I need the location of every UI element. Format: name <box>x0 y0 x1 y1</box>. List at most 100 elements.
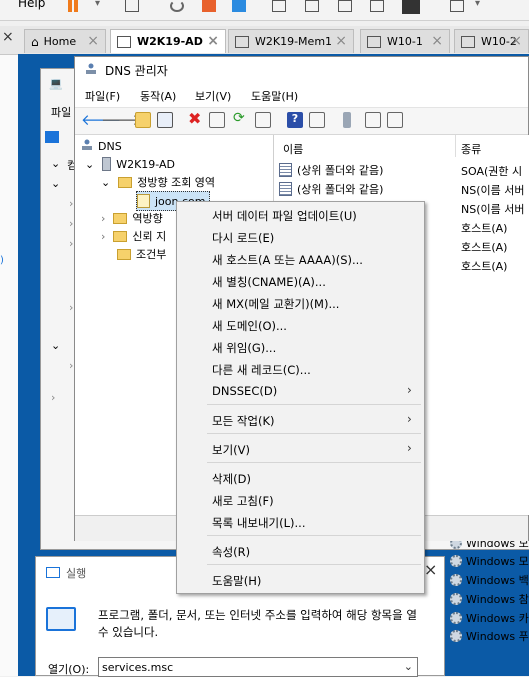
snapshot-manager-icon[interactable] <box>232 0 246 12</box>
chevron-right-icon[interactable]: › <box>51 391 55 404</box>
menu-item-update-server-data-file[interactable]: 서버 데이터 파일 업데이트(U) <box>177 205 424 225</box>
menu-file[interactable]: 파일 <box>51 104 71 120</box>
menu-item-dnssec[interactable]: DNSSEC(D) › <box>177 381 424 401</box>
menu-item-refresh[interactable]: 새로 고침(F) <box>177 490 424 510</box>
chevron-right-icon[interactable]: › <box>101 212 105 225</box>
menu-item-other-new-records[interactable]: 다른 새 레코드(C)... <box>177 359 424 379</box>
menu-item-view[interactable]: 보기(V) › <box>177 439 424 459</box>
chevron-right-icon[interactable]: › <box>69 217 73 230</box>
pause-icon[interactable] <box>68 0 72 12</box>
tab-w2k19-ad[interactable]: W2K19-AD × <box>110 29 226 53</box>
menu-item-reload[interactable]: 다시 로드(E) <box>177 227 424 247</box>
chevron-down-icon[interactable]: ▾ <box>475 0 480 9</box>
column-header-type[interactable]: 종류 <box>461 141 481 157</box>
column-divider[interactable] <box>455 135 456 157</box>
record-type: 호스트(A) <box>461 260 508 273</box>
menu-item-new-delegation[interactable]: 새 위임(G)... <box>177 337 424 357</box>
menu-item-new-domain[interactable]: 새 도메인(O)... <box>177 315 424 335</box>
console-icon[interactable] <box>402 0 420 14</box>
menu-action[interactable]: 동작(A) <box>140 88 176 104</box>
chevron-right-icon[interactable]: › <box>69 301 73 314</box>
menu-separator <box>207 535 421 536</box>
close-icon[interactable]: × <box>87 33 99 49</box>
expand-icon[interactable]: ⌄ <box>51 339 60 352</box>
up-folder-icon[interactable] <box>135 112 151 128</box>
send-keys-icon[interactable] <box>125 0 139 12</box>
menu-item-export-list[interactable]: 목록 내보내기(L)... <box>177 512 424 532</box>
tree-item-conditional-forwarders[interactable]: 조건부 <box>117 245 166 263</box>
close-icon[interactable]: × <box>431 33 443 49</box>
chevron-right-icon: › <box>407 383 412 397</box>
forward-icon[interactable]: 🡒 <box>101 110 141 129</box>
table-row[interactable]: (상위 폴더와 같음) <box>279 161 383 179</box>
help-icon[interactable]: ? <box>287 112 303 128</box>
close-icon[interactable]: × <box>335 33 347 49</box>
tree-item-reverse-zones[interactable]: › 역방향 <box>101 209 163 227</box>
expand-icon[interactable]: ⌄ <box>51 157 60 170</box>
tab-home[interactable]: ⌂ Home × <box>24 29 106 53</box>
snapshot-icon[interactable] <box>202 0 216 12</box>
close-icon[interactable]: × <box>207 33 219 49</box>
delete-icon[interactable]: ✖ <box>188 109 204 128</box>
tree-item-forward-zones[interactable]: ⌄ 정방향 조회 영역 <box>101 173 215 191</box>
tab-w10-1[interactable]: W10-1 × <box>360 29 450 53</box>
table-row[interactable]: (상위 폴더와 같음) <box>279 180 383 198</box>
list-item[interactable]: Windows 모 <box>450 552 529 570</box>
list-icon[interactable] <box>365 112 381 128</box>
expand-icon[interactable]: ⌄ <box>51 177 60 190</box>
chevron-down-icon[interactable]: ⌄ <box>85 158 94 171</box>
menu-item-new-alias[interactable]: 새 별칭(CNAME)(A)... <box>177 271 424 291</box>
record-type: 호스트(A) <box>461 222 508 235</box>
menu-item-help[interactable]: 도움말(H) <box>177 570 424 590</box>
view-icon[interactable] <box>309 112 325 128</box>
menu-item-properties[interactable]: 속성(R) <box>177 541 424 561</box>
gear-icon <box>450 593 462 605</box>
menu-item-delete[interactable]: 삭제(D) <box>177 468 424 488</box>
dialog-title: 실행 <box>66 567 87 580</box>
export-list-icon[interactable] <box>255 112 271 128</box>
copy-icon[interactable] <box>387 112 403 128</box>
tab-w2k19-mem1[interactable]: W2K19-Mem1 × <box>228 29 354 53</box>
view-icon[interactable] <box>272 0 286 12</box>
chevron-down-icon[interactable]: ⌄ <box>404 660 413 673</box>
server-icon[interactable] <box>343 112 351 128</box>
menu-file[interactable]: 파일(F) <box>85 88 120 104</box>
chevron-right-icon[interactable]: › <box>69 359 73 372</box>
list-item[interactable]: Windows 푸 <box>450 627 529 645</box>
split-view-icon[interactable] <box>305 0 319 12</box>
close-icon[interactable]: × <box>510 33 522 49</box>
list-item[interactable]: Windows 백 <box>450 571 529 589</box>
tree-item-server[interactable]: ⌄ W2K19-AD <box>85 155 175 173</box>
unity-icon[interactable] <box>370 0 384 12</box>
chevron-right-icon[interactable]: › <box>69 237 73 250</box>
chevron-down-icon[interactable]: ⌄ <box>101 176 110 189</box>
list-item[interactable]: Windows 카 <box>450 609 529 627</box>
host-toolbar: Help ▾ ▾ <box>0 0 529 21</box>
list-item[interactable]: Windows 참 <box>450 590 529 608</box>
menu-item-new-mx[interactable]: 새 MX(메일 교환기)(M)... <box>177 293 424 313</box>
tree-item-trust-points[interactable]: › 신뢰 지 <box>101 227 166 245</box>
revert-icon[interactable] <box>170 0 184 12</box>
close-icon[interactable]: × <box>424 560 437 579</box>
tree-item-dns[interactable]: DNS <box>81 137 122 155</box>
back-icon[interactable]: 🡐 <box>81 110 121 129</box>
menu-help[interactable]: 도움말(H) <box>251 88 298 104</box>
chevron-down-icon[interactable]: ▾ <box>95 0 100 9</box>
menu-view[interactable]: 보기(V) <box>195 88 231 104</box>
show-hide-tree-icon[interactable] <box>157 112 173 128</box>
stretch-icon[interactable] <box>450 0 464 12</box>
toolbar: 🡐 🡒 ✖ ⟳ ? <box>75 107 528 135</box>
menu-item-new-host[interactable]: 새 호스트(A 또는 AAAA)(S)... <box>177 249 424 269</box>
chevron-right-icon[interactable]: › <box>69 197 73 210</box>
menu-item-all-tasks[interactable]: 모든 작업(K) › <box>177 410 424 430</box>
help-menu[interactable]: Help <box>18 0 45 10</box>
back-icon[interactable] <box>45 131 59 143</box>
fullscreen-icon[interactable] <box>338 0 352 12</box>
chevron-right-icon[interactable]: › <box>101 230 105 243</box>
close-icon[interactable]: × <box>2 29 14 45</box>
tab-w10-2[interactable]: W10-2 × <box>454 29 529 53</box>
properties-icon[interactable] <box>209 112 225 128</box>
column-header-name[interactable]: 이름 <box>283 141 303 157</box>
refresh-icon[interactable]: ⟳ <box>233 110 249 126</box>
open-input[interactable]: services.msc ⌄ <box>98 657 418 677</box>
